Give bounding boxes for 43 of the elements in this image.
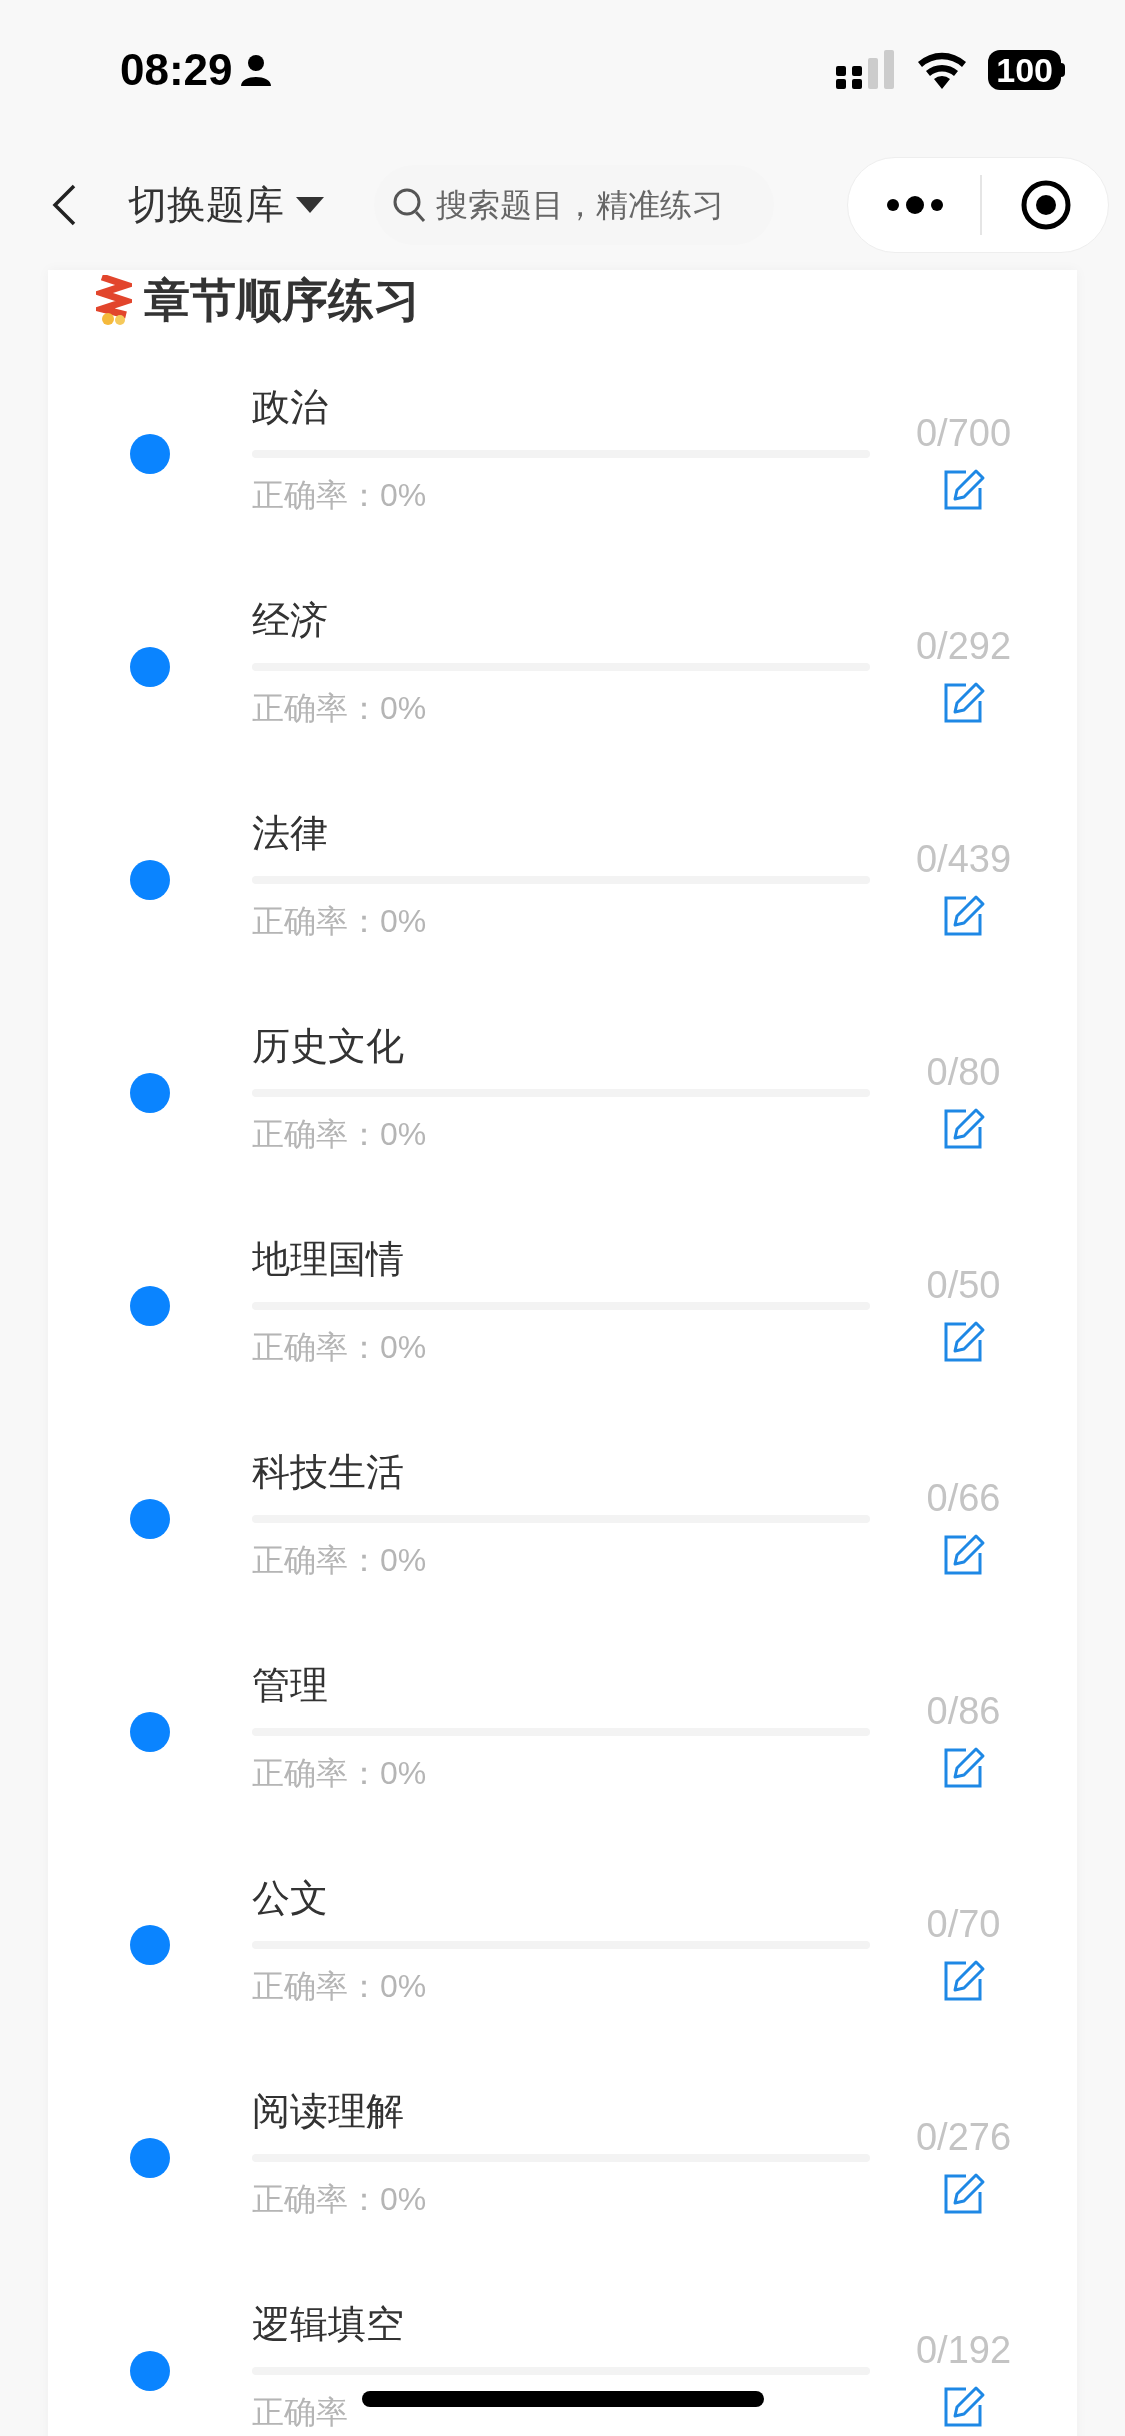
- chapter-name[interactable]: 逻辑填空: [252, 2299, 404, 2349]
- chapter-name[interactable]: 法律: [252, 808, 328, 858]
- accuracy-label: 正确率：0%: [252, 1328, 427, 1367]
- chapter-name[interactable]: 公文: [252, 1873, 328, 1923]
- progress-count: 0/80: [926, 1050, 1001, 1095]
- progress-count: 0/66: [926, 1476, 1001, 1521]
- chapter-name[interactable]: 地理国情: [252, 1234, 404, 1284]
- chapter-name[interactable]: 科技生活: [252, 1447, 404, 1497]
- progress-count: 0/700: [915, 411, 1012, 456]
- bank-switch-dropdown[interactable]: 切换题库: [128, 175, 324, 235]
- accuracy-label: 正确率：0%: [252, 902, 427, 941]
- firecracker-icon: [96, 275, 132, 325]
- accuracy-label: 正确率：0%: [252, 1754, 427, 1793]
- progress-count: 0/86: [926, 1689, 1001, 1734]
- more-icon[interactable]: [886, 195, 944, 215]
- chapter-name[interactable]: 经济: [252, 595, 328, 645]
- progress-count: 0/192: [915, 2328, 1012, 2373]
- progress-count: 0/70: [926, 1902, 1001, 1947]
- chapter-name[interactable]: 阅读理解: [252, 2086, 404, 2136]
- chapter-name[interactable]: 管理: [252, 1660, 328, 1710]
- progress-count: 0/439: [915, 837, 1012, 882]
- accuracy-label: 正确率：0%: [252, 689, 427, 728]
- person-icon: [240, 54, 271, 86]
- section-title: 章节顺序练习: [144, 272, 420, 328]
- chapter-name[interactable]: 政治: [252, 382, 328, 432]
- back-icon[interactable]: [52, 184, 76, 226]
- progress-count: 0/292: [915, 624, 1012, 669]
- progress-count: 0/276: [915, 2115, 1012, 2160]
- close-target-icon[interactable]: [1020, 179, 1072, 231]
- accuracy-label: 正确率：0%: [252, 2180, 427, 2219]
- accuracy-label: 正确率：0%: [252, 1541, 427, 1580]
- progress-count: 0/50: [926, 1263, 1001, 1308]
- battery-icon: 100: [988, 50, 1061, 90]
- accuracy-label: 正确率: [252, 2393, 348, 2432]
- search-icon: [392, 187, 426, 223]
- accuracy-label: 正确率：0%: [252, 1115, 427, 1154]
- caret-icon: [296, 197, 324, 213]
- signal-icon: [836, 50, 897, 90]
- accuracy-label: 正确率：0%: [252, 1967, 427, 2006]
- wifi-icon: [916, 51, 969, 89]
- accuracy-label: 正确率：0%: [252, 476, 427, 515]
- time: 08:29: [120, 44, 233, 96]
- chapter-name[interactable]: 历史文化: [252, 1021, 404, 1071]
